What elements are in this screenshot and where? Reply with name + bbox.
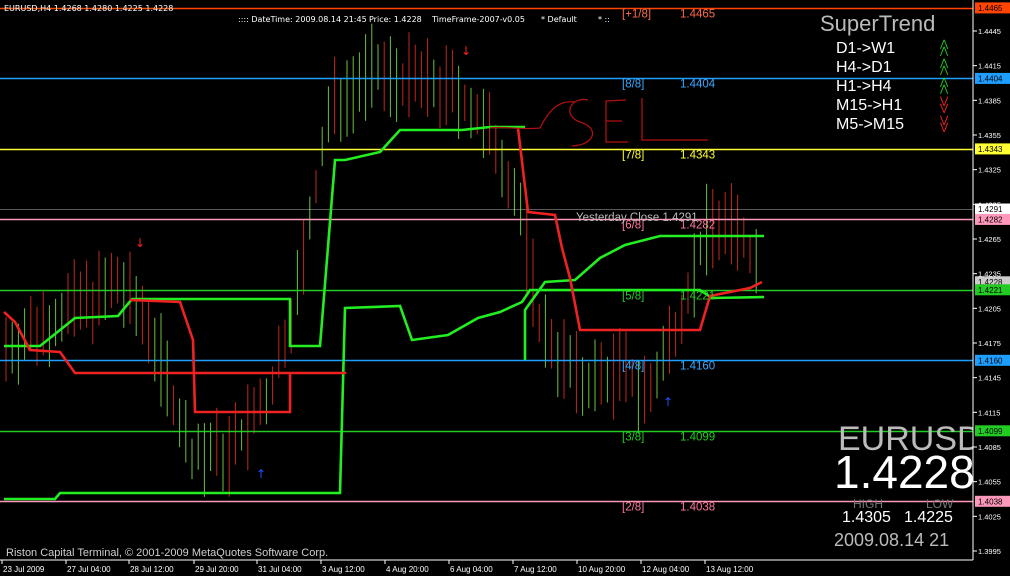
price-tag-label: 1.4291 (978, 205, 1003, 214)
murrey-level-label: [4/8] (622, 361, 644, 373)
time-tick-label: 23 Jul 2009 (3, 565, 45, 574)
price-tag-label: 1.4099 (978, 427, 1003, 436)
price-tick-label: 1.4055 (978, 478, 1001, 487)
time-tick-label: 3 Aug 12:00 (322, 565, 365, 574)
supertrend-row-label: D1->W1 (836, 40, 895, 57)
price-tag-label: 1.4465 (978, 4, 1003, 13)
supertrend-row-label: M15->H1 (836, 97, 902, 114)
time-tick-label: 13 Aug 12:00 (706, 565, 754, 574)
chevron-down-icon: ⋁ (939, 103, 949, 114)
price-tick-label: 1.4145 (978, 374, 1001, 383)
header-datetime: :::: DateTime: 2009.08.14 21:45 (238, 15, 367, 24)
time-tick-label: 10 Aug 20:00 (578, 565, 626, 574)
yesterday-close-label: Yesterday Close 1.4291 (576, 212, 698, 224)
price-tick-label: 1.4265 (978, 235, 1001, 244)
murrey-level-value: 1.4099 (680, 432, 715, 444)
price-tag-label: 1.4343 (978, 145, 1003, 154)
time-tick-label: 28 Jul 12:00 (130, 565, 174, 574)
up-arrow-icon: ↑ (256, 467, 266, 481)
price-tick-label: 1.4325 (978, 166, 1001, 175)
current-price: 1.4228 (834, 446, 975, 498)
chevron-down-icon: ⋁ (939, 122, 949, 133)
murrey-level-value: 1.4343 (680, 150, 715, 162)
supertrend-row-label: M5->M15 (836, 116, 904, 133)
chevron-up-icon: ⋀ (939, 84, 949, 95)
header-default: * Default (541, 15, 577, 24)
header-price: Price: 1.4228 (369, 15, 422, 24)
price-tick-label: 1.4445 (978, 27, 1001, 36)
price-tag-label: 1.4404 (978, 74, 1003, 83)
time-tick-label: 4 Aug 20:00 (386, 565, 429, 574)
header-extra: * :: (598, 15, 610, 24)
copyright-text: Riston Capital Terminal, © 2001-2009 Met… (6, 547, 328, 559)
low-value: 1.4225 (904, 509, 953, 526)
symbol-info: EURUSD,H4 1.4268 1.4280 1.4225 1.4228 (4, 4, 173, 13)
time-tick-label: 7 Aug 12:00 (514, 565, 557, 574)
murrey-level-label: [3/8] (622, 432, 644, 444)
price-tag-label: 1.4160 (978, 356, 1003, 365)
supertrend-row-label: H4->D1 (836, 59, 892, 76)
price-tick-label: 1.4175 (978, 339, 1001, 348)
murrey-level-value: 1.4160 (680, 361, 715, 373)
time-tick-label: 29 Jul 20:00 (195, 565, 239, 574)
price-tick-label: 1.4115 (978, 408, 1000, 417)
murrey-level-label: [+1/8] (622, 9, 651, 21)
murrey-level-value: 1.4465 (680, 9, 715, 21)
price-tag-label: 1.4282 (978, 215, 1003, 224)
up-arrow-icon: ↑ (663, 395, 673, 409)
murrey-level-value: 1.4221 (680, 291, 715, 303)
chart-area[interactable]: [+1/8] 1.4465 [8/8] 1.4404 [7/8] 1.4343 [6/8] 1… (0, 0, 1010, 576)
murrey-level-label: [2/8] (622, 502, 644, 514)
time-tick-label: 31 Jul 04:00 (258, 565, 302, 574)
supertrend-title: SuperTrend (820, 11, 935, 36)
chevron-up-icon: ⋀ (939, 65, 949, 76)
price-tick-label: 1.4355 (978, 131, 1001, 140)
down-arrow-icon: ↓ (461, 44, 471, 58)
murrey-level-value: 1.4038 (680, 502, 715, 514)
down-arrow-icon: ↓ (135, 236, 145, 250)
murrey-level-label: [5/8] (622, 291, 644, 303)
time-tick-label: 27 Jul 04:00 (67, 565, 111, 574)
panel-datetime: 2009.08.14 21 (834, 530, 949, 550)
supertrend-row-label: H1->H4 (836, 78, 892, 95)
price-tag-label: 1.4221 (978, 286, 1003, 295)
price-tick-label: 1.4385 (978, 96, 1001, 105)
price-tick-label: 1.4205 (978, 304, 1001, 313)
murrey-level-label: [7/8] (622, 150, 644, 162)
high-value: 1.4305 (842, 509, 891, 526)
time-tick-label: 12 Aug 04:00 (642, 565, 690, 574)
murrey-level-label: [8/8] (622, 79, 644, 91)
header-timeframe: TimeFrame-2007-v0.05 (431, 15, 525, 24)
murrey-level-value: 1.4404 (680, 79, 716, 91)
time-tick-label: 6 Aug 04:00 (450, 565, 493, 574)
price-tag-label: 1.4038 (978, 497, 1003, 506)
chevron-up-icon: ⋀ (939, 46, 949, 57)
price-tick-label: 1.4085 (978, 443, 1001, 452)
price-tick-label: 1.4415 (978, 62, 1001, 71)
price-tick-label: 1.4025 (978, 512, 1001, 521)
price-tick-label: 1.3995 (978, 547, 1001, 556)
